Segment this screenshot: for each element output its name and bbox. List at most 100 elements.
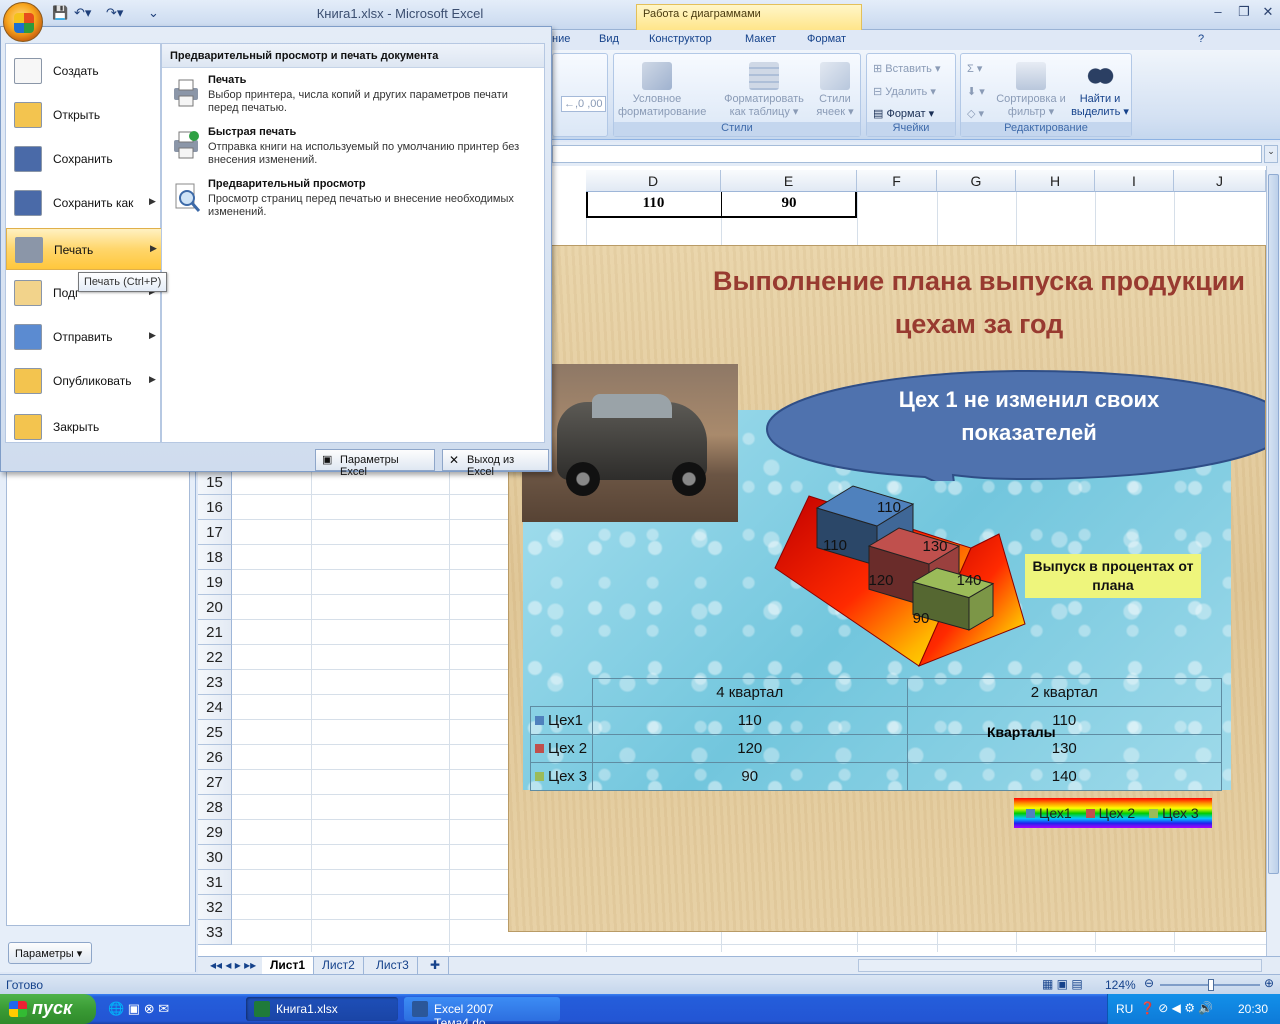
sort-filter-button[interactable]: Сортировка и фильтр ▾ [995,62,1067,119]
styles-group-label: Стили [614,122,860,136]
submenu-print-preview[interactable]: Предварительный просмотр Просмотр страни… [168,178,538,228]
tab-format[interactable]: Формат [807,33,846,45]
legend-item[interactable]: Цех1 [1026,805,1072,821]
menu-item-open[interactable]: Открыть [6,94,162,136]
row-header[interactable]: 21 [198,620,232,645]
row-header[interactable]: 22 [198,645,232,670]
submenu-print[interactable]: Печать Выбор принтера, числа копий и дру… [168,74,538,124]
row-header[interactable]: 17 [198,520,232,545]
column-header-j[interactable]: J [1174,170,1266,192]
help-icon[interactable]: ? [1198,33,1204,45]
windows-flag-icon [9,1001,27,1017]
restore-icon[interactable]: ❐ [1232,4,1256,24]
menu-item-save-as[interactable]: Сохранить как ▶ [6,182,162,224]
autosum-icon[interactable]: Σ ▾ [967,62,982,75]
sheet-tab-3[interactable]: Лист3 [368,957,418,974]
submenu-quick-print[interactable]: Быстрая печать Отправка книги на использ… [168,126,538,176]
menu-item-print[interactable]: Печать ▶ [6,228,162,270]
row-header[interactable]: 20 [198,595,232,620]
x-axis-label[interactable]: Кварталы [987,724,1056,740]
zoom-in-icon[interactable]: ⊕ [1264,976,1274,990]
row-header[interactable]: 28 [198,795,232,820]
menu-item-create[interactable]: Создать [6,50,162,92]
params-button[interactable]: Параметры ▾ [8,942,92,964]
menu-item-publish[interactable]: Опубликовать ▶ [6,360,162,402]
task-excel-book[interactable]: Книга1.xlsx [246,997,398,1021]
row-header[interactable]: 24 [198,695,232,720]
row-header[interactable]: 26 [198,745,232,770]
menu-item-save[interactable]: Сохранить [6,138,162,180]
zoom-slider-thumb[interactable] [1208,979,1214,991]
row-header[interactable]: 31 [198,870,232,895]
insert-cells-button[interactable]: ⊞ Вставить ▾ [873,62,941,75]
excel-options-button[interactable]: ▣ Параметры Excel [315,449,435,478]
column-header-g[interactable]: G [937,170,1016,192]
office-button[interactable] [3,2,43,42]
horizontal-scrollbar[interactable] [858,959,1262,972]
row-header[interactable]: 30 [198,845,232,870]
zoom-level[interactable]: 124% [1105,978,1136,992]
formula-input[interactable] [552,145,1262,163]
tray-icons[interactable]: ❓ ⊘ ◀ ⚙ 🔊 [1140,1001,1213,1015]
sheet-tab-1[interactable]: Лист1 [262,957,315,974]
row-header[interactable]: 25 [198,720,232,745]
tab-layout[interactable]: Макет [745,33,776,45]
row-header[interactable]: 33 [198,920,232,945]
menu-item-label: Отправить [53,330,113,344]
menu-item-close[interactable]: Закрыть [6,406,162,448]
legend-item[interactable]: Цех 2 [1085,805,1135,821]
row-header[interactable]: 19 [198,570,232,595]
row-header[interactable]: 29 [198,820,232,845]
data-table-value: 110 [592,706,908,735]
minimize-icon[interactable]: – [1206,4,1230,24]
legend-item[interactable]: Цех 3 [1149,805,1199,821]
tab-design[interactable]: Конструктор [649,33,712,45]
view-buttons-icon[interactable]: ▦ ▣ ▤ [1042,977,1083,991]
clear-icon[interactable]: ◇ ▾ [967,107,984,120]
column-header-f[interactable]: F [857,170,937,192]
data-table-value: 110 [906,706,1222,735]
row-header[interactable]: 15 [198,470,232,495]
row-header[interactable]: 32 [198,895,232,920]
start-button[interactable]: пуск [0,994,96,1024]
cell-e-value[interactable]: 90 [721,195,857,212]
legend-key-icon [535,716,544,725]
chart-data-table[interactable]: 4 квартал 2 квартал Цех1 110 110 Цех 2 120 130 Ц… [530,678,1222,791]
cell-d-value[interactable]: 110 [586,195,721,212]
menu-item-send[interactable]: Отправить ▶ [6,316,162,358]
column-header-d[interactable]: D [586,170,721,192]
tab-data[interactable]: ние [552,33,570,45]
column-header-h[interactable]: H [1016,170,1095,192]
format-cells-button[interactable]: ▤ Формат ▾ [873,107,934,120]
cell-styles-button[interactable]: Стили ячеек ▾ [810,62,860,119]
tab-view[interactable]: Вид [599,33,619,45]
column-header-e[interactable]: E [721,170,857,192]
row-header[interactable]: 16 [198,495,232,520]
sheet-nav-icon[interactable]: ◂◂ ◂ ▸ ▸▸ [202,957,264,974]
note-textbox[interactable]: Выпуск в процентах от плана [1025,554,1201,598]
row-header[interactable]: 18 [198,545,232,570]
expand-formula-bar-icon[interactable]: ⌄ [1264,145,1278,163]
series-name: Цех 2 [548,740,588,757]
chart-area[interactable]: Выполнение плана выпуска продукции цехам… [508,245,1266,932]
quick-launch-icons[interactable]: 🌐 ▣ ⊗ ✉ [108,1001,169,1017]
chart-legend[interactable]: Цех1 Цех 2 Цех 3 [1014,798,1212,828]
insert-sheet-icon[interactable]: ✚ [422,957,450,974]
fill-icon[interactable]: ⬇ ▾ [967,85,985,98]
sheet-tab-2[interactable]: Лист2 [314,957,364,974]
vertical-scrollbar[interactable] [1266,166,1280,956]
task-word-doc[interactable]: Excel 2007 Тема4.do... [404,997,560,1024]
increase-decimal-icon[interactable]: ←,0 ,00 [561,96,606,112]
chart-tools-context-tab: Работа с диаграммами [636,4,862,30]
language-indicator[interactable]: RU [1116,1002,1133,1016]
row-header[interactable]: 23 [198,670,232,695]
exit-excel-button[interactable]: ✕ Выход из Excel [442,449,549,478]
row-header[interactable]: 27 [198,770,232,795]
column-header-i[interactable]: I [1095,170,1174,192]
vertical-scroll-thumb[interactable] [1268,174,1279,874]
zoom-out-icon[interactable]: ⊖ [1144,976,1154,990]
delete-cells-button[interactable]: ⊟ Удалить ▾ [873,85,936,98]
find-select-button[interactable]: Найти и выделить ▾ [1067,62,1133,119]
format-as-table-button[interactable]: Форматировать как таблицу ▾ [720,62,808,119]
close-icon[interactable]: ✕ [1256,4,1280,24]
